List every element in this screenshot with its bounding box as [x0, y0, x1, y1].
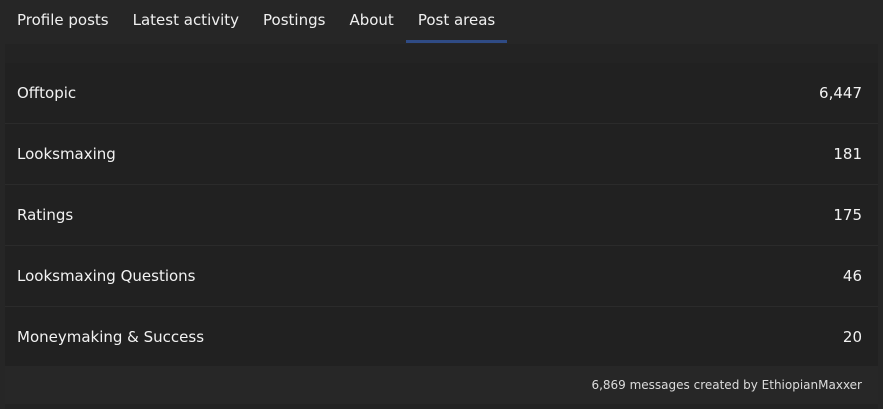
area-name: Moneymaking & Success [17, 328, 205, 346]
tab-about[interactable]: About [337, 0, 405, 43]
area-count: 175 [833, 206, 862, 224]
area-name: Looksmaxing Questions [17, 267, 196, 285]
area-name: Offtopic [17, 84, 77, 102]
messages-summary-text: 6,869 messages created by EthiopianMaxxe… [591, 378, 862, 392]
tab-post-areas[interactable]: Post areas [405, 0, 508, 43]
list-item[interactable]: Looksmaxing Questions 46 [5, 245, 878, 306]
area-name: Ratings [17, 206, 74, 224]
list-item[interactable]: Looksmaxing 181 [5, 123, 878, 184]
post-areas-panel: Profile posts Latest activity Postings A… [5, 0, 878, 409]
area-count: 6,447 [819, 84, 862, 102]
list-item[interactable]: Offtopic 6,447 [5, 63, 878, 123]
area-name: Looksmaxing [17, 145, 116, 163]
messages-summary-footer: 6,869 messages created by EthiopianMaxxe… [5, 366, 878, 404]
profile-tabs: Profile posts Latest activity Postings A… [5, 0, 878, 44]
list-item[interactable]: Moneymaking & Success 20 [5, 306, 878, 367]
tab-latest-activity[interactable]: Latest activity [121, 0, 251, 43]
area-count: 46 [842, 267, 862, 285]
post-areas-list: Offtopic 6,447 Looksmaxing 181 Ratings 1… [5, 63, 878, 367]
tab-profile-posts[interactable]: Profile posts [5, 0, 121, 43]
list-item[interactable]: Ratings 175 [5, 184, 878, 245]
tab-postings[interactable]: Postings [251, 0, 337, 43]
area-count: 20 [842, 328, 862, 346]
area-count: 181 [833, 145, 862, 163]
